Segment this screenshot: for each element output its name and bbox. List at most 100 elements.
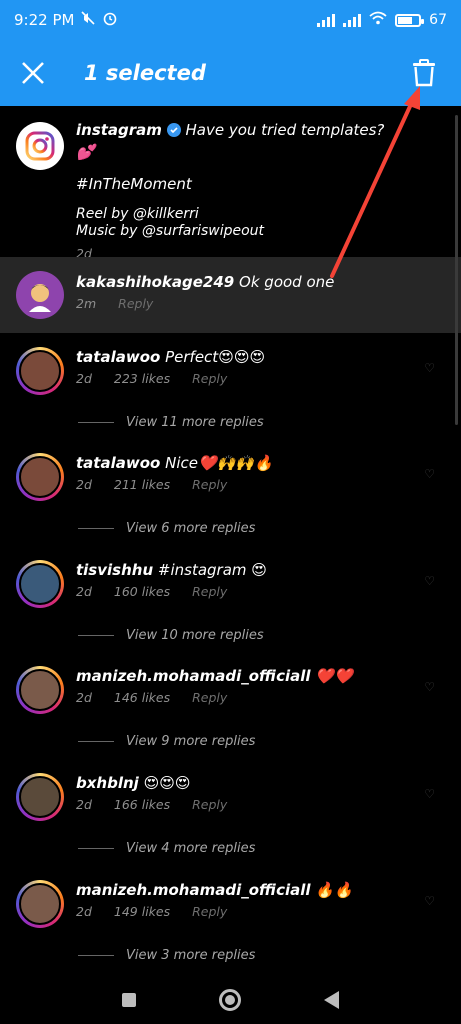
battery-icon: [395, 13, 425, 27]
bitmoji-avatar-icon: [29, 284, 51, 312]
close-button[interactable]: [0, 40, 66, 106]
flag-avatar-icon: [19, 563, 61, 605]
selection-title: 1 selected: [84, 61, 206, 85]
divider: [78, 848, 114, 849]
reply-button[interactable]: Reply: [192, 904, 227, 919]
cell-signal-2-icon: [343, 13, 362, 27]
reply-button[interactable]: Reply: [192, 797, 227, 812]
view-replies-label: View 3 more replies: [126, 948, 256, 963]
view-replies-button[interactable]: View 9 more replies: [78, 734, 255, 749]
reply-button[interactable]: Reply: [118, 296, 153, 311]
comment-text: 😍😍😍: [143, 774, 191, 792]
comment-text: Perfect😍😍😍: [165, 348, 266, 366]
heart-icon[interactable]: ♡: [424, 467, 435, 481]
recents-button[interactable]: [121, 993, 136, 1007]
close-icon: [22, 62, 44, 84]
view-replies-label: View 10 more replies: [126, 628, 264, 643]
comment-item[interactable]: bxhblnj 😍😍😍 2d 166 likes Reply ♡ View 4 …: [0, 773, 461, 873]
avatar[interactable]: [16, 453, 64, 501]
avatar[interactable]: [16, 271, 64, 319]
reply-button[interactable]: Reply: [192, 477, 227, 492]
divider: [78, 635, 114, 636]
likes-count[interactable]: 223 likes: [114, 371, 170, 386]
comment-text: Nice❤️🙌🙌🔥: [165, 454, 273, 472]
avatar[interactable]: [16, 560, 64, 608]
comment-item[interactable]: tatalawoo Perfect😍😍😍 2d 223 likes Reply …: [0, 347, 461, 447]
status-time: 9:22 PM: [14, 11, 75, 29]
comment-username[interactable]: manizeh.mohamadi_officiall: [76, 881, 311, 899]
comment-time: 2d: [76, 371, 92, 386]
view-replies-label: View 11 more replies: [126, 415, 264, 430]
comment-username[interactable]: bxhblnj: [76, 774, 139, 792]
comment-time: 2d: [76, 904, 92, 919]
view-replies-button[interactable]: View 10 more replies: [78, 628, 264, 643]
comment-item[interactable]: manizeh.mohamadi_officiall ❤️❤️ 2d 146 l…: [0, 666, 461, 766]
divider: [78, 422, 114, 423]
mute-icon: [80, 10, 96, 30]
avatar[interactable]: [16, 666, 64, 714]
status-bar: 9:22 PM 67: [0, 0, 461, 40]
comment-time: 2d: [76, 584, 92, 599]
view-replies-label: View 6 more replies: [126, 521, 256, 536]
comment-time: 2d: [76, 797, 92, 812]
reply-button[interactable]: Reply: [192, 690, 227, 705]
caption-username[interactable]: instagram: [76, 121, 162, 139]
back-button[interactable]: [324, 991, 340, 1009]
home-button[interactable]: [218, 989, 241, 1011]
comment-text: 🔥🔥: [315, 881, 353, 899]
avatar[interactable]: [16, 773, 64, 821]
crown-avatar-icon: [19, 456, 61, 498]
view-replies-button[interactable]: View 11 more replies: [78, 415, 264, 430]
comment-time: 2d: [76, 477, 92, 492]
comment-text: Ok good one: [239, 273, 335, 291]
selection-app-bar: 1 selected: [0, 40, 461, 106]
caption-hashtag[interactable]: #InTheMoment: [76, 174, 401, 194]
view-replies-label: View 4 more replies: [126, 841, 256, 856]
avatar[interactable]: [16, 347, 64, 395]
comment-username[interactable]: manizeh.mohamadi_officiall: [76, 667, 311, 685]
view-replies-button[interactable]: View 3 more replies: [78, 948, 255, 963]
comment-time: 2d: [76, 690, 92, 705]
divider: [78, 528, 114, 529]
instagram-logo-icon: [25, 131, 55, 161]
likes-count[interactable]: 166 likes: [114, 797, 170, 812]
heart-icon[interactable]: ♡: [424, 680, 435, 694]
profile-photo-icon: [19, 669, 61, 711]
heart-icon[interactable]: ♡: [424, 894, 435, 908]
verified-badge-icon: [166, 122, 181, 142]
comment-text: ❤️❤️: [315, 667, 353, 685]
view-replies-button[interactable]: View 4 more replies: [78, 841, 255, 856]
comment-username[interactable]: tatalawoo: [76, 348, 160, 366]
wifi-icon: [369, 11, 387, 29]
instagram-avatar[interactable]: [16, 122, 64, 170]
selected-comment-row[interactable]: kakashihokage249 Ok good one 2m Reply: [0, 257, 461, 333]
comment-item[interactable]: tisvishhu #instagram 😍 2d 160 likes Repl…: [0, 560, 461, 660]
likes-count[interactable]: 146 likes: [114, 690, 170, 705]
delete-button[interactable]: [407, 55, 441, 91]
cell-signal-icon: [317, 13, 336, 27]
comment-username[interactable]: tatalawoo: [76, 454, 160, 472]
divider: [78, 741, 114, 742]
comment-item[interactable]: tatalawoo Nice❤️🙌🙌🔥 2d 211 likes Reply ♡…: [0, 453, 461, 553]
heart-icon[interactable]: ♡: [424, 361, 435, 375]
scrollbar[interactable]: [455, 115, 458, 425]
system-navigation-bar: [0, 976, 461, 1024]
reply-button[interactable]: Reply: [192, 371, 227, 386]
likes-count[interactable]: 160 likes: [114, 584, 170, 599]
profile-photo-icon: [19, 776, 61, 818]
divider: [78, 955, 114, 956]
avatar[interactable]: [16, 880, 64, 928]
comment-item[interactable]: manizeh.mohamadi_officiall 🔥🔥 2d 149 lik…: [0, 880, 461, 980]
view-replies-button[interactable]: View 6 more replies: [78, 521, 255, 536]
trash-icon: [413, 59, 435, 87]
comment-username[interactable]: tisvishhu: [76, 561, 153, 579]
comment-username[interactable]: kakashihokage249: [76, 273, 234, 291]
heart-icon[interactable]: ♡: [424, 574, 435, 588]
likes-count[interactable]: 149 likes: [114, 904, 170, 919]
reply-button[interactable]: Reply: [192, 584, 227, 599]
crown-avatar-icon: [19, 350, 61, 392]
likes-count[interactable]: 211 likes: [114, 477, 170, 492]
profile-photo-icon: [19, 883, 61, 925]
heart-icon[interactable]: ♡: [424, 787, 435, 801]
alarm-icon: [102, 10, 118, 30]
